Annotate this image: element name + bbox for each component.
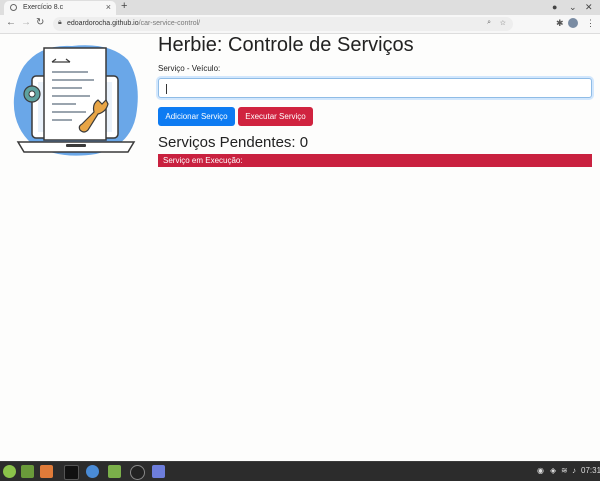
service-in-execution-label: Serviço em Execução: bbox=[163, 156, 243, 165]
tab-title: Exercício 8.c bbox=[23, 4, 64, 11]
clock[interactable]: 07:31 bbox=[581, 466, 600, 475]
back-arrow-icon[interactable]: ← bbox=[6, 17, 16, 28]
discord-icon[interactable] bbox=[152, 465, 165, 478]
browser-tab[interactable]: Exercício 8.c × bbox=[4, 1, 116, 15]
profile-avatar[interactable] bbox=[568, 18, 578, 28]
gear-icon bbox=[23, 85, 41, 103]
github-icon[interactable] bbox=[130, 465, 145, 480]
volume-icon[interactable]: ♪ bbox=[572, 466, 576, 475]
url-text: edoardorocha.github.io/car-service-contr… bbox=[67, 20, 200, 27]
minimize-button[interactable]: ⌄ bbox=[569, 2, 577, 13]
service-vehicle-input[interactable] bbox=[158, 78, 592, 98]
url-host: edoardorocha.github.io bbox=[67, 20, 139, 27]
lock-icon: 🔒︎ bbox=[58, 19, 62, 26]
zoom-icon[interactable]: ⌕ bbox=[487, 19, 491, 27]
pending-services-heading: Serviços Pendentes: 0 bbox=[158, 134, 309, 151]
browser-toolbar: ← → ↻ 🔒︎ edoardorocha.github.io/car-serv… bbox=[0, 15, 600, 34]
extensions-puzzle-icon[interactable]: ✱ bbox=[556, 18, 564, 29]
chrome-icon[interactable] bbox=[86, 465, 99, 478]
browser-tab-strip: Exercício 8.c × + ● ⌄ ✕ bbox=[0, 0, 600, 15]
wifi-icon[interactable]: ≋ bbox=[561, 466, 568, 475]
globe-icon bbox=[10, 4, 17, 11]
show-desktop-icon[interactable] bbox=[21, 465, 34, 478]
record-icon[interactable]: ● bbox=[552, 2, 557, 12]
new-tab-button[interactable]: + bbox=[121, 0, 127, 12]
tab-close-button[interactable]: × bbox=[106, 2, 111, 12]
reload-icon[interactable]: ↻ bbox=[36, 17, 44, 28]
forward-arrow-icon[interactable]: → bbox=[21, 17, 31, 28]
text-caret bbox=[166, 84, 167, 94]
page-title: Herbie: Controle de Serviços bbox=[158, 34, 414, 56]
bookmark-star-icon[interactable]: ☆ bbox=[500, 19, 506, 27]
shield-icon[interactable]: ◈ bbox=[550, 466, 556, 475]
close-window-button[interactable]: ✕ bbox=[585, 2, 593, 13]
address-bar[interactable]: 🔒︎ edoardorocha.github.io/car-service-co… bbox=[53, 17, 513, 31]
files-icon[interactable] bbox=[108, 465, 121, 478]
service-vehicle-label: Serviço - Veículo: bbox=[158, 64, 221, 73]
menu-kebab-icon[interactable]: ⋮ bbox=[586, 18, 595, 29]
add-service-button[interactable]: Adicionar Serviço bbox=[158, 107, 235, 126]
discord-tray-icon[interactable]: ◉ bbox=[537, 466, 544, 475]
os-taskbar: ◉ ◈ ≋ ♪ 07:31 bbox=[0, 461, 600, 481]
execute-service-button[interactable]: Executar Serviço bbox=[238, 107, 313, 126]
start-menu-icon[interactable] bbox=[3, 465, 16, 478]
terminal-icon[interactable] bbox=[64, 465, 79, 480]
url-path: /car-service-control/ bbox=[138, 20, 201, 27]
software-store-icon[interactable] bbox=[40, 465, 53, 478]
service-in-execution-bar: Serviço em Execução: bbox=[158, 154, 592, 167]
service-illustration bbox=[13, 45, 138, 156]
